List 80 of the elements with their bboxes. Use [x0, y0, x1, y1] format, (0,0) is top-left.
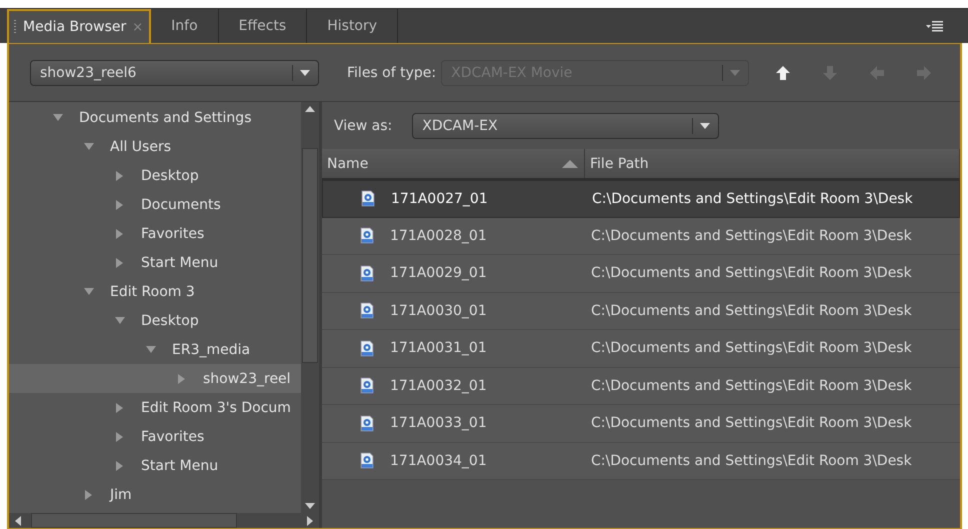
file-name: 171A0030_01 [390, 302, 487, 319]
expander-icon [177, 374, 187, 384]
file-row[interactable]: 171A0033_01 C:\Documents and Settings\Edit Room 3\Desk [322, 405, 960, 442]
scroll-up-icon[interactable] [305, 106, 315, 112]
files-of-type-label: Files of type: [347, 64, 436, 80]
file-path: C:\Documents and Settings\Edit Room 3\Desk [591, 228, 912, 244]
file-path: C:\Documents and Settings\Edit Room 3\Desk [591, 452, 912, 469]
folder-tree-item[interactable]: Start Menu [9, 248, 301, 277]
caret-icon [730, 70, 740, 76]
file-path: C:\Documents and Settings\Edit Room 3\Desk [591, 378, 912, 394]
folder-tree-item[interactable]: ER3_media [9, 335, 301, 364]
file-name: 171A0034_01 [390, 452, 487, 469]
view-as-label: View as: [334, 118, 392, 134]
arrow-up-icon[interactable] [775, 64, 792, 80]
file-path: C:\Documents and Settings\Edit Room 3\Desk [591, 302, 912, 319]
video-file-icon [361, 190, 375, 208]
folder-tree-item[interactable]: Edit Room 3 [9, 277, 301, 306]
expander-icon [53, 112, 63, 122]
column-header[interactable]: Name [322, 149, 585, 178]
file-name: 171A0033_01 [390, 415, 487, 432]
video-file-icon [360, 340, 374, 357]
video-file-icon [360, 452, 374, 470]
folder-tree-item[interactable]: Favorites [9, 422, 301, 451]
panel-tab[interactable]: Effects [218, 9, 308, 43]
video-file-icon [360, 227, 374, 244]
file-path: C:\Documents and Settings\Edit Room 3\Desk [591, 340, 912, 356]
video-file-icon [360, 377, 374, 394]
panel-menu-icon[interactable] [926, 20, 944, 32]
file-path: C:\Documents and Settings\Edit Room 3\Desk [591, 265, 912, 282]
folder-tree-item[interactable]: Start Menu [9, 451, 301, 480]
file-name: 171A0029_01 [390, 265, 487, 282]
file-row[interactable]: 171A0028_01 C:\Documents and Settings\Edit Room 3\Desk [322, 218, 960, 255]
caret-icon [300, 70, 310, 76]
column-header[interactable]: File Path [585, 149, 960, 178]
file-path: C:\Documents and Settings\Edit Room 3\Desk [592, 190, 913, 207]
file-row[interactable]: 171A0032_01 C:\Documents and Settings\Edit Room 3\Desk [322, 368, 960, 405]
scroll-right-icon[interactable] [307, 516, 313, 526]
file-row[interactable]: 171A0030_01 C:\Documents and Settings\Edit Room 3\Desk [322, 292, 960, 330]
folder-tree-item[interactable]: Jim [9, 480, 301, 509]
folder-tree-item[interactable]: Documents and Settings [9, 103, 301, 132]
scroll-left-icon[interactable] [15, 516, 21, 526]
file-name: 171A0027_01 [391, 190, 488, 207]
file-row[interactable]: 171A0027_01 C:\Documents and Settings\Edit Room 3\Desk [322, 180, 960, 218]
caret-icon [700, 122, 710, 128]
expander-icon [115, 316, 125, 326]
file-name: 171A0032_01 [390, 378, 487, 394]
video-file-icon [360, 264, 374, 282]
folder-tree-item[interactable]: show23_reel [9, 364, 301, 393]
file-row[interactable]: 171A0034_01 C:\Documents and Settings\Edit Room 3\Desk [322, 442, 960, 480]
folder-tree-item[interactable]: Desktop [9, 161, 301, 190]
expander-icon [115, 460, 125, 470]
folder-tree-item[interactable]: Favorites [9, 219, 301, 248]
expander-icon [84, 142, 94, 152]
file-name: 171A0031_01 [390, 340, 487, 356]
folder-tree-item[interactable]: All Users [9, 132, 301, 161]
location-dropdown[interactable]: show23_reel6 [30, 60, 319, 86]
horizontal-scrollbar[interactable] [9, 513, 319, 528]
vertical-scrollbar[interactable] [301, 102, 319, 513]
file-path: C:\Documents and Settings\Edit Room 3\Desk [591, 415, 912, 432]
expander-icon [115, 170, 125, 180]
view-as-dropdown[interactable]: XDCAM-EX [412, 112, 720, 138]
video-file-icon [360, 302, 374, 320]
expander-icon [146, 344, 156, 354]
scroll-down-icon[interactable] [305, 503, 315, 509]
expander-icon [115, 258, 125, 268]
video-file-icon [360, 414, 374, 432]
expander-icon [84, 490, 94, 500]
file-row[interactable]: 171A0029_01 C:\Documents and Settings\Edit Room 3\Desk [322, 255, 960, 292]
expander-icon [115, 228, 125, 238]
panel-tab[interactable]: Media Browser × [7, 9, 152, 43]
folder-tree-item[interactable]: Desktop [9, 306, 301, 335]
expander-icon [115, 432, 125, 442]
expander-icon [115, 402, 125, 412]
grip-icon [13, 19, 17, 35]
file-name: 171A0028_01 [390, 228, 487, 244]
expander-icon [84, 286, 94, 296]
folder-tree-item[interactable]: Edit Room 3's Docum [9, 393, 301, 422]
expander-icon [115, 200, 125, 210]
folder-tree-item[interactable]: Documents [9, 190, 301, 219]
file-row[interactable]: 171A0031_01 C:\Documents and Settings\Edit Room 3\Desk [322, 330, 960, 368]
